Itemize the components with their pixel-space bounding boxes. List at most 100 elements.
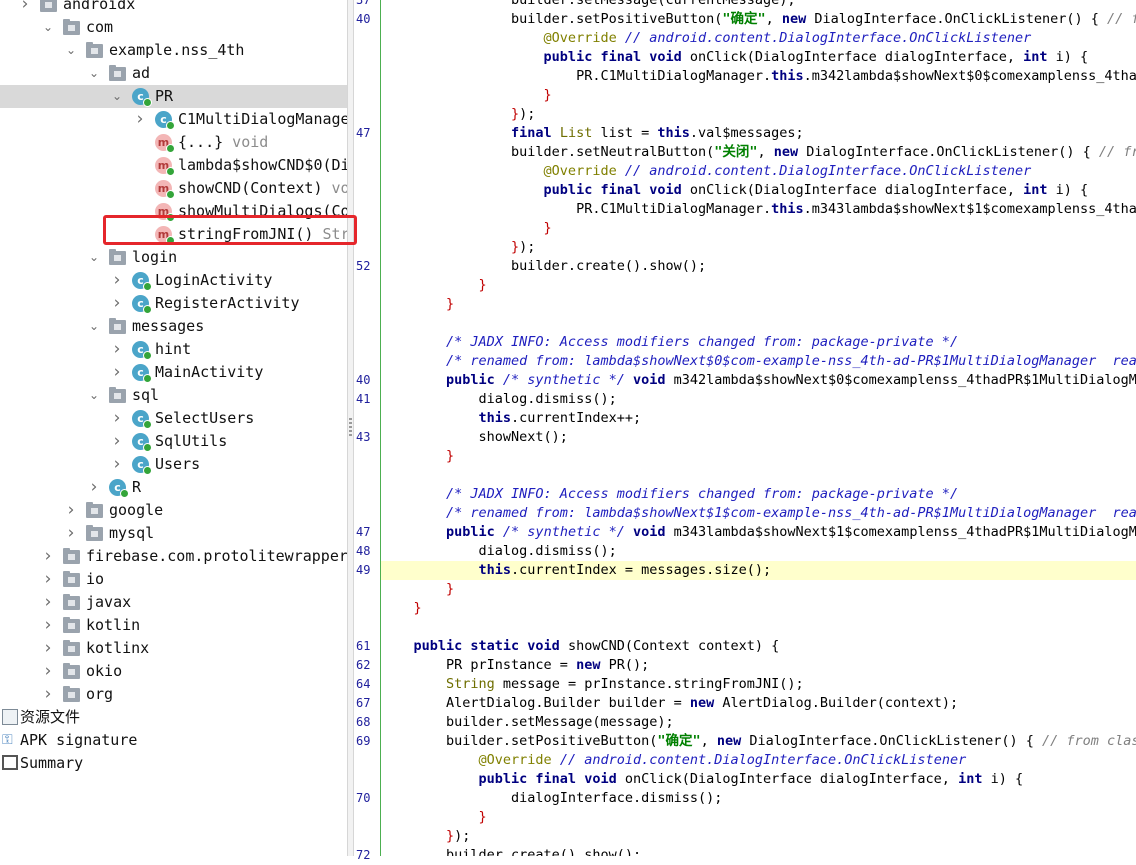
chevron-down-icon[interactable]: ⌄ bbox=[87, 315, 101, 338]
tree-node[interactable]: ⌄ example.nss_4th bbox=[0, 39, 347, 62]
tree-node[interactable]: ⌄ com bbox=[0, 16, 347, 39]
code-line[interactable]: PR.C1MultiDialogManager.this.m342lambda$… bbox=[381, 67, 1136, 86]
code-line[interactable]: /* JADX INFO: Access modifiers changed f… bbox=[381, 333, 1136, 352]
code-line[interactable]: String message = prInstance.stringFromJN… bbox=[381, 675, 1136, 694]
chevron-right-icon[interactable]: › bbox=[18, 0, 32, 16]
tree-node[interactable]: mshowCND(Context) void bbox=[0, 177, 347, 200]
tree-node[interactable]: › javax bbox=[0, 591, 347, 614]
code-line[interactable]: }); bbox=[381, 105, 1136, 124]
splitter-grip[interactable] bbox=[349, 418, 352, 436]
chevron-down-icon[interactable]: ⌄ bbox=[41, 16, 55, 39]
code-line[interactable]: AlertDialog.Builder builder = new AlertD… bbox=[381, 694, 1136, 713]
code-line[interactable]: } bbox=[381, 86, 1136, 105]
chevron-right-icon[interactable]: › bbox=[41, 568, 55, 591]
tree-node[interactable]: › firebase.com.protolitewrapper bbox=[0, 545, 347, 568]
code-line[interactable]: builder.setNeutralButton("关闭", new Dialo… bbox=[381, 143, 1136, 162]
code-line[interactable]: builder.create().show(); bbox=[381, 257, 1136, 276]
code-line[interactable]: dialog.dismiss(); bbox=[381, 542, 1136, 561]
code-line[interactable]: } bbox=[381, 276, 1136, 295]
chevron-down-icon[interactable]: ⌄ bbox=[64, 39, 78, 62]
code-line[interactable]: } bbox=[381, 219, 1136, 238]
project-tree-panel[interactable]: › androidx ⌄ com ⌄ example.nss_4th ⌄ ad ⌄ c PR › c C1… bbox=[0, 0, 347, 856]
current-code-line[interactable]: this.currentIndex = messages.size(); bbox=[381, 561, 1136, 580]
code-line[interactable]: PR.C1MultiDialogManager.this.m343lambda$… bbox=[381, 200, 1136, 219]
tree-node[interactable]: 资源文件 bbox=[0, 706, 347, 729]
code-line[interactable]: /* JADX INFO: Access modifiers changed f… bbox=[381, 485, 1136, 504]
chevron-right-icon[interactable]: › bbox=[110, 292, 124, 315]
tree-node[interactable]: › c SqlUtils bbox=[0, 430, 347, 453]
tree-node[interactable]: mlambda$showCND$0(DialogI bbox=[0, 154, 347, 177]
tree-node[interactable]: ⌄ ad bbox=[0, 62, 347, 85]
code-line[interactable] bbox=[381, 314, 1136, 333]
tree-node[interactable]: › google bbox=[0, 499, 347, 522]
chevron-down-icon[interactable]: ⌄ bbox=[87, 384, 101, 407]
code-line[interactable]: public /* synthetic */ void m342lambda$s… bbox=[381, 371, 1136, 390]
tree-node[interactable]: m {...} void bbox=[0, 131, 347, 154]
chevron-right-icon[interactable]: › bbox=[110, 430, 124, 453]
code-line[interactable]: builder.setMessage(message); bbox=[381, 713, 1136, 732]
tree-node[interactable]: › c SelectUsers bbox=[0, 407, 347, 430]
code-line[interactable]: @Override // android.content.DialogInter… bbox=[381, 29, 1136, 48]
tree-node[interactable]: ⌄ sql bbox=[0, 384, 347, 407]
tree-node[interactable]: › kotlinx bbox=[0, 637, 347, 660]
code-line[interactable]: public /* synthetic */ void m343lambda$s… bbox=[381, 523, 1136, 542]
chevron-right-icon[interactable]: › bbox=[41, 637, 55, 660]
code-line[interactable] bbox=[381, 466, 1136, 485]
chevron-right-icon[interactable]: › bbox=[41, 660, 55, 683]
code-line[interactable]: @Override // android.content.DialogInter… bbox=[381, 751, 1136, 770]
code-line[interactable]: builder.setPositiveButton("确定", new Dial… bbox=[381, 10, 1136, 29]
code-line[interactable]: }); bbox=[381, 827, 1136, 846]
tree-node[interactable]: › c RegisterActivity bbox=[0, 292, 347, 315]
code-line[interactable]: /* renamed from: lambda$showNext$0$com-e… bbox=[381, 352, 1136, 371]
tree-node[interactable]: › c C1MultiDialogManager bbox=[0, 108, 347, 131]
code-line[interactable]: showNext(); bbox=[381, 428, 1136, 447]
chevron-right-icon[interactable]: › bbox=[41, 545, 55, 568]
tree-node[interactable]: › org bbox=[0, 683, 347, 706]
code-line[interactable] bbox=[381, 618, 1136, 637]
code-line[interactable]: dialogInterface.dismiss(); bbox=[381, 789, 1136, 808]
code-line[interactable]: public static void showCND(Context conte… bbox=[381, 637, 1136, 656]
chevron-down-icon[interactable]: ⌄ bbox=[87, 246, 101, 269]
tree-node[interactable]: ⌄ c PR bbox=[0, 85, 347, 108]
tree-node[interactable]: › c LoginActivity bbox=[0, 269, 347, 292]
code-line[interactable]: final List list = this.val$messages; bbox=[381, 124, 1136, 143]
tree-node[interactable]: › io bbox=[0, 568, 347, 591]
chevron-right-icon[interactable]: › bbox=[64, 499, 78, 522]
code-line[interactable]: public final void onClick(DialogInterfac… bbox=[381, 770, 1136, 789]
code-line[interactable]: } bbox=[381, 447, 1136, 466]
panel-splitter[interactable] bbox=[347, 0, 354, 856]
tree-node[interactable]: › c hint bbox=[0, 338, 347, 361]
code-line[interactable]: } bbox=[381, 808, 1136, 827]
tree-node[interactable]: mstringFromJNI() String bbox=[0, 223, 347, 246]
chevron-right-icon[interactable]: › bbox=[41, 591, 55, 614]
code-line[interactable]: public final void onClick(DialogInterfac… bbox=[381, 181, 1136, 200]
code-line[interactable]: }); bbox=[381, 238, 1136, 257]
chevron-right-icon[interactable]: › bbox=[41, 683, 55, 706]
chevron-down-icon[interactable]: ⌄ bbox=[110, 85, 124, 108]
tree-node[interactable]: › c MainActivity bbox=[0, 361, 347, 384]
chevron-right-icon[interactable]: › bbox=[110, 338, 124, 361]
chevron-right-icon[interactable]: › bbox=[110, 361, 124, 384]
chevron-right-icon[interactable]: › bbox=[133, 108, 147, 131]
code-line[interactable]: public final void onClick(DialogInterfac… bbox=[381, 48, 1136, 67]
chevron-down-icon[interactable]: ⌄ bbox=[87, 62, 101, 85]
tree-node[interactable]: › okio bbox=[0, 660, 347, 683]
tree-node[interactable]: › c Users bbox=[0, 453, 347, 476]
code-line[interactable]: PR prInstance = new PR(); bbox=[381, 656, 1136, 675]
chevron-right-icon[interactable]: › bbox=[110, 407, 124, 430]
tree-node[interactable]: ⌄ messages bbox=[0, 315, 347, 338]
tree-node[interactable]: Summary bbox=[0, 752, 347, 775]
code-line[interactable]: /* renamed from: lambda$showNext$1$com-e… bbox=[381, 504, 1136, 523]
tree-node[interactable]: › androidx bbox=[0, 0, 347, 16]
code-line[interactable]: builder.setPositiveButton("确定", new Dial… bbox=[381, 732, 1136, 751]
code-line[interactable]: } bbox=[381, 580, 1136, 599]
code-line[interactable]: } bbox=[381, 599, 1136, 618]
tree-node[interactable]: › mysql bbox=[0, 522, 347, 545]
chevron-right-icon[interactable]: › bbox=[41, 614, 55, 637]
tree-node[interactable]: mshowMultiDialogs(Context bbox=[0, 200, 347, 223]
tree-node[interactable]: ⌄ login bbox=[0, 246, 347, 269]
code-line[interactable]: this.currentIndex++; bbox=[381, 409, 1136, 428]
tree-node[interactable]: › kotlin bbox=[0, 614, 347, 637]
code-editor[interactable]: builder.setMessage(currentMessage); buil… bbox=[381, 0, 1136, 856]
chevron-right-icon[interactable]: › bbox=[110, 453, 124, 476]
